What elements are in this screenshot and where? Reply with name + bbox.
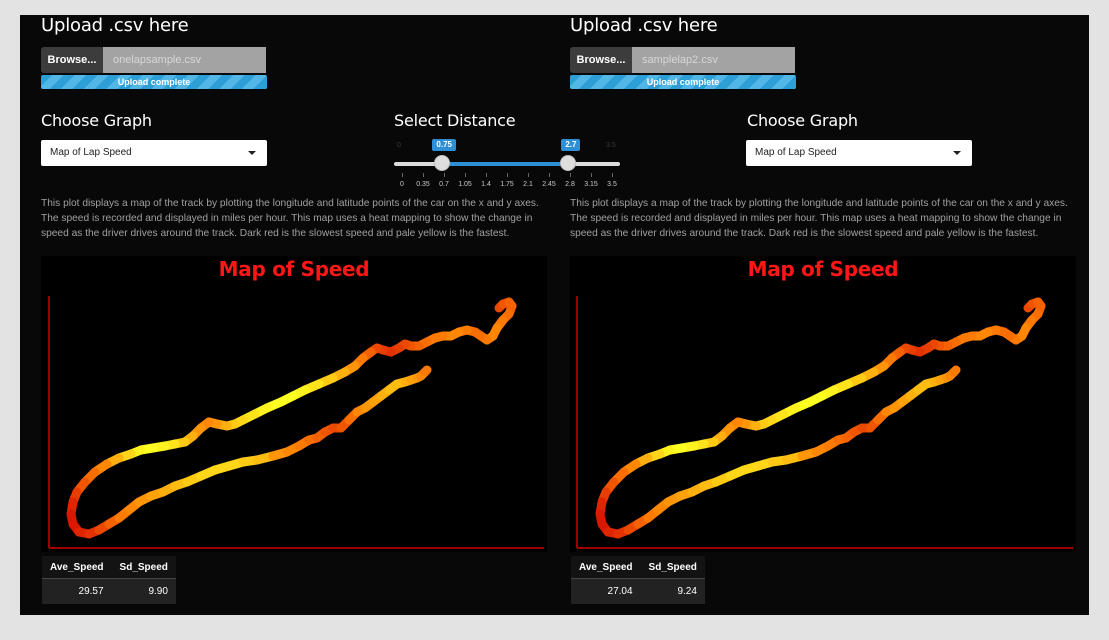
left-file-name-field: onelapsample.csv (103, 47, 266, 73)
slider-tick (570, 173, 571, 177)
left-upload-heading: Upload .csv here (41, 15, 189, 36)
right-upload-progress: Upload complete (570, 75, 796, 89)
slider-tick (528, 173, 529, 177)
slider-from-handle[interactable] (434, 155, 451, 171)
slider-tick (591, 173, 592, 177)
slider-tick (402, 173, 403, 177)
slider-tick-label: 2.8 (565, 181, 575, 188)
left-file-input[interactable]: Browse... onelapsample.csv (41, 47, 266, 73)
track-segment (949, 365, 961, 377)
stats-cell: 27.04 (571, 578, 641, 604)
slider-tick-label: 3.15 (584, 181, 598, 188)
slider-tick (549, 173, 550, 177)
slider-tick-label: 1.4 (481, 181, 491, 188)
left-graph-select-value: Map of Lap Speed (50, 147, 132, 158)
distance-range-slider[interactable]: 0 3.5 0.75 2.7 0 0.35 0.7 1.05 1.4 1.75 2.1 2.4… (394, 139, 620, 199)
slider-tick-label: 0.35 (416, 181, 430, 188)
slider-from-value: 0.75 (432, 139, 456, 151)
left-browse-button[interactable]: Browse... (41, 47, 103, 73)
left-speed-map-svg (48, 296, 544, 549)
slider-tick (486, 173, 487, 177)
right-track-path (595, 297, 1046, 539)
left-stats-table: Ave_Speed Sd_Speed 29.57 9.90 (42, 556, 176, 604)
stats-header: Ave_Speed (42, 556, 112, 579)
stats-cell: 29.57 (42, 578, 112, 604)
distance-heading: Select Distance (394, 111, 516, 130)
slider-to-handle[interactable] (560, 155, 577, 171)
stats-cell: 9.24 (640, 578, 705, 604)
slider-tick-label: 2.45 (542, 181, 556, 188)
slider-tick-label: 2.1 (523, 181, 533, 188)
slider-min-label: 0 (397, 142, 401, 149)
stats-header: Ave_Speed (571, 556, 641, 579)
slider-tick (507, 173, 508, 177)
right-browse-button[interactable]: Browse... (570, 47, 632, 73)
right-upload-heading: Upload .csv here (570, 15, 718, 36)
right-file-name-field: samplelap2.csv (632, 47, 795, 73)
left-graph-heading: Choose Graph (41, 111, 152, 130)
app-panel: Upload .csv here Browse... onelapsample.… (20, 15, 1089, 615)
slider-tick (423, 173, 424, 177)
slider-tick-label: 0 (400, 181, 404, 188)
right-speed-map-svg (576, 296, 1073, 549)
right-graph-select[interactable]: Map of Lap Speed (746, 140, 972, 166)
stats-header: Sd_Speed (111, 556, 176, 579)
slider-tick-label: 1.05 (458, 181, 472, 188)
left-track-path (66, 297, 517, 539)
right-graph-select-value: Map of Lap Speed (755, 147, 837, 158)
left-speed-map-plot: Map of Speed (41, 256, 547, 552)
stats-header: Sd_Speed (640, 556, 705, 579)
stats-cell: 9.90 (111, 578, 176, 604)
slider-max-label: 3.5 (606, 142, 616, 149)
left-upload-progress: Upload complete (41, 75, 267, 89)
slider-tick-label: 0.7 (439, 181, 449, 188)
chevron-down-icon (953, 151, 961, 155)
slider-tick (612, 173, 613, 177)
left-graph-select[interactable]: Map of Lap Speed (41, 140, 267, 166)
slider-to-value: 2.7 (561, 139, 581, 151)
right-speed-map-plot: Map of Speed (570, 256, 1076, 552)
right-file-input[interactable]: Browse... samplelap2.csv (570, 47, 795, 73)
left-plot-description: This plot displays a map of the track by… (41, 198, 539, 239)
slider-tick-label: 3.5 (607, 181, 617, 188)
slider-selected-range (442, 162, 569, 166)
track-segment (420, 365, 432, 377)
slider-tick-label: 1.75 (500, 181, 514, 188)
chevron-down-icon (248, 151, 256, 155)
right-graph-heading: Choose Graph (747, 111, 858, 130)
right-stats-table: Ave_Speed Sd_Speed 27.04 9.24 (571, 556, 705, 604)
right-plot-description: This plot displays a map of the track by… (570, 198, 1068, 239)
slider-tick (465, 173, 466, 177)
slider-tick (444, 173, 445, 177)
